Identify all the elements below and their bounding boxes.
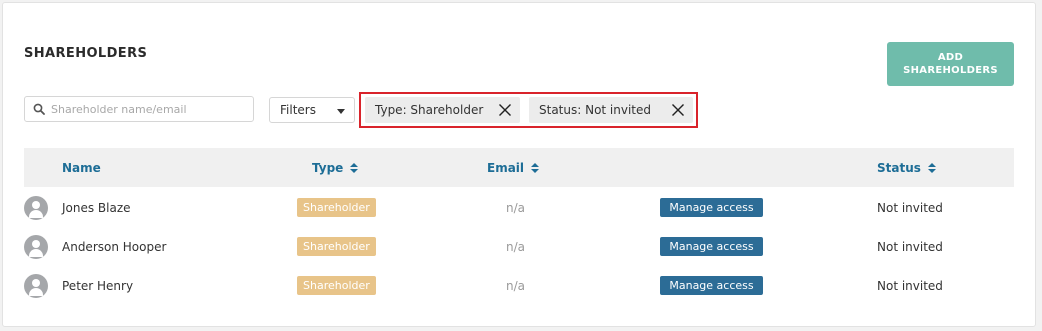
row-email: n/a [506, 240, 526, 254]
sort-icon [927, 163, 936, 173]
manage-access-button[interactable]: Manage access [660, 237, 763, 256]
sort-icon [350, 163, 359, 173]
search-box[interactable] [24, 96, 254, 122]
type-badge: Shareholder [297, 276, 376, 295]
row-email: n/a [506, 279, 526, 293]
close-icon[interactable] [498, 103, 512, 117]
user-avatar-icon [24, 235, 48, 259]
column-header-type[interactable]: Type [312, 161, 359, 175]
row-status: Not invited [877, 279, 943, 293]
manage-access-button[interactable]: Manage access [660, 276, 763, 295]
add-shareholders-button[interactable]: ADD SHAREHOLDERS [887, 42, 1014, 86]
manage-access-button[interactable]: Manage access [660, 198, 763, 217]
column-header-label: Status [877, 161, 921, 175]
row-name: Jones Blaze [62, 201, 131, 215]
column-header-label: Name [62, 161, 101, 175]
column-header-label: Email [487, 161, 525, 175]
column-header-label: Type [312, 161, 344, 175]
filter-chip-status: Status: Not invited [529, 97, 693, 123]
page-title: SHAREHOLDERS [24, 46, 148, 61]
filter-chip-type: Type: Shareholder [365, 97, 520, 123]
row-email: n/a [506, 201, 526, 215]
column-header-name[interactable]: Name [62, 161, 101, 175]
user-avatar-icon [24, 274, 48, 298]
row-status: Not invited [877, 201, 943, 215]
filter-chip-label: Type: Shareholder [375, 103, 484, 117]
user-avatar-icon [24, 196, 48, 220]
table-row: Anderson Hooper Shareholder n/a Manage a… [24, 227, 1014, 266]
filters-label: Filters [280, 103, 316, 117]
filter-chip-label: Status: Not invited [539, 103, 652, 117]
row-name: Anderson Hooper [62, 240, 167, 254]
caret-down-icon [337, 109, 345, 114]
sort-icon [531, 163, 540, 173]
row-name: Peter Henry [62, 279, 134, 293]
column-header-email[interactable]: Email [487, 161, 540, 175]
row-status: Not invited [877, 240, 943, 254]
filters-dropdown[interactable]: Filters [269, 97, 355, 123]
search-icon [33, 103, 45, 115]
type-badge: Shareholder [297, 237, 376, 256]
search-input[interactable] [51, 102, 241, 116]
column-header-status[interactable]: Status [877, 161, 936, 175]
table-row: Peter Henry Shareholder n/a Manage acces… [24, 266, 1014, 305]
type-badge: Shareholder [297, 198, 376, 217]
close-icon[interactable] [671, 103, 685, 117]
table-row: Jones Blaze Shareholder n/a Manage acces… [24, 188, 1014, 227]
